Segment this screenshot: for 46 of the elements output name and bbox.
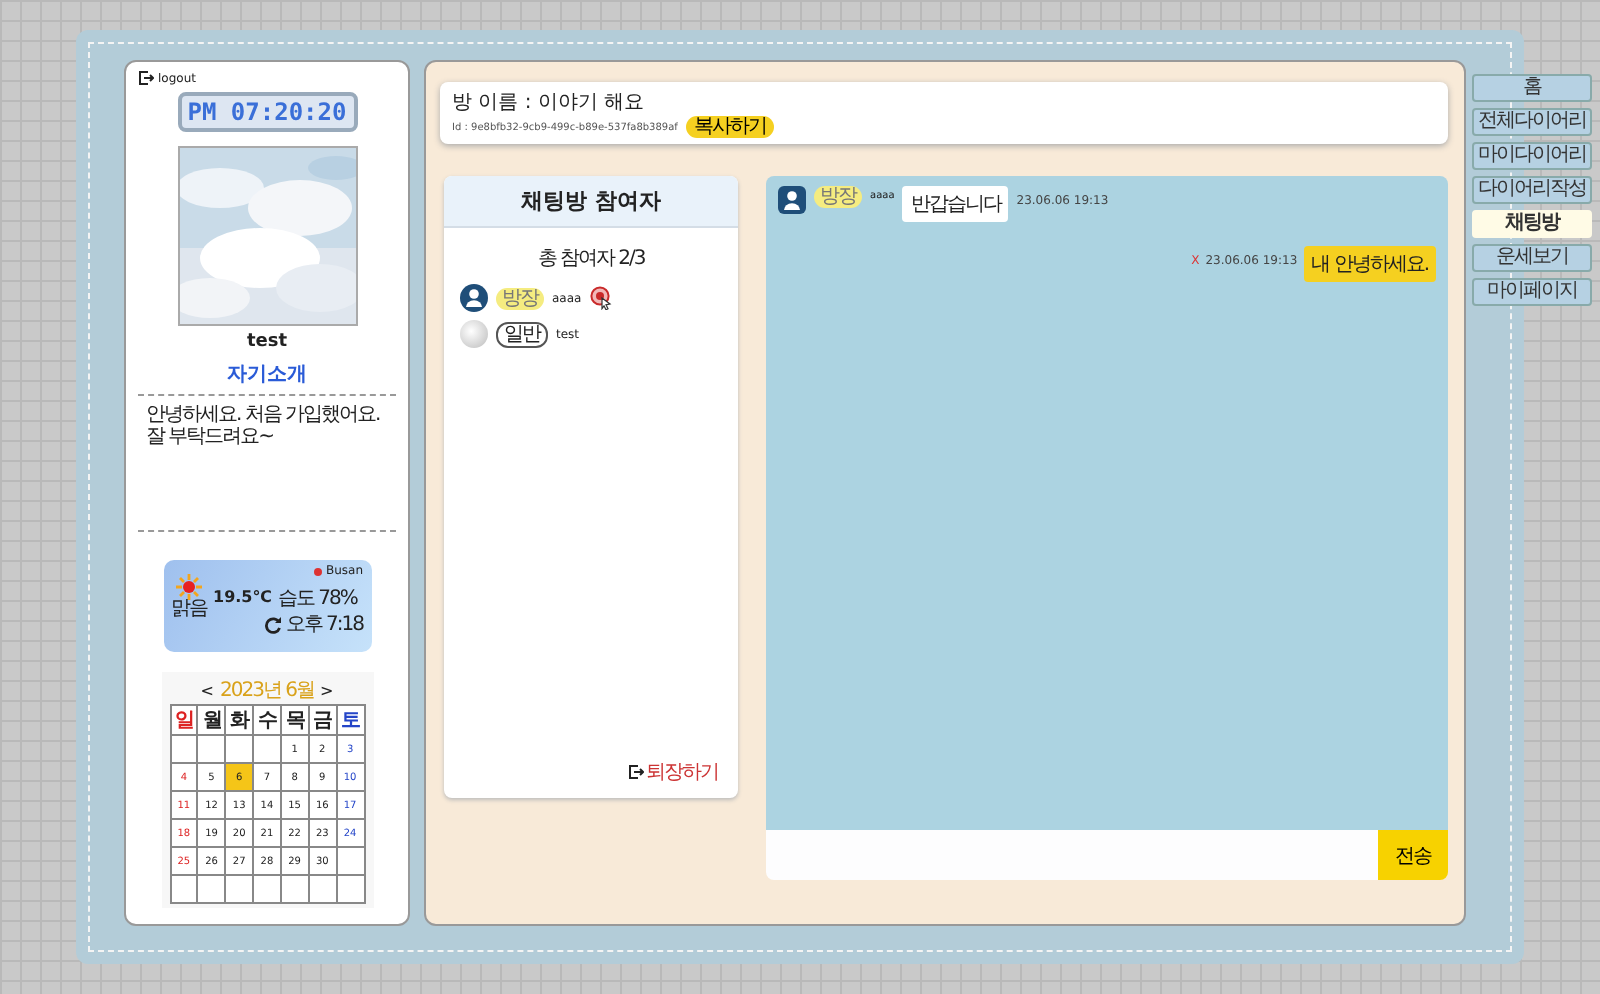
copy-button[interactable]: 복사하기: [685, 116, 774, 138]
room-name: 방 이름 : 이야기 해요: [452, 90, 647, 116]
nav-tab[interactable]: 다이어리작성: [1472, 176, 1592, 204]
nav-tab[interactable]: 홈: [1472, 74, 1592, 102]
next-month-button[interactable]: >: [320, 681, 334, 699]
weekday-header: 화: [225, 705, 254, 735]
weekday-header: 수: [253, 705, 281, 735]
intro-heading: 자기소개: [138, 360, 396, 396]
weekday-header: 금: [308, 705, 337, 735]
weekday-header: 토: [336, 705, 364, 735]
message-bubble: 내 안녕하세요.: [1303, 246, 1436, 282]
updated-time: 오후 7:18: [285, 612, 363, 638]
weekday-header: 일: [170, 705, 198, 735]
previous-month-button[interactable]: <: [200, 681, 214, 699]
digital-clock: PM 07:20:20: [177, 92, 357, 132]
intro-text: 잘 부탁드려요~: [146, 426, 276, 448]
role-badge: 방장: [496, 287, 544, 309]
nav-tab[interactable]: 전체다이어리: [1472, 108, 1592, 136]
badge-icon[interactable]: [589, 286, 612, 310]
message-bubble: 반갑습니다: [902, 186, 1009, 222]
logout-icon: [138, 70, 154, 86]
participant-count: 총 참여자 2/3: [535, 246, 647, 272]
nav-tab[interactable]: 운세보기: [1472, 244, 1592, 272]
send-button[interactable]: 전송: [1378, 830, 1448, 880]
nav-tab[interactable]: 마이페이지: [1472, 278, 1592, 306]
exit-icon: [628, 764, 644, 780]
condition-label: 맑음: [171, 600, 207, 620]
nav-tab[interactable]: 마이다이어리: [1472, 142, 1592, 170]
role-badge: 방장: [814, 186, 862, 208]
user-avatar-icon: [460, 284, 488, 312]
sun-icon: [176, 574, 202, 600]
user-name: test: [246, 332, 288, 352]
leave-link[interactable]: 퇴장하기: [628, 758, 718, 786]
refresh-icon[interactable]: [263, 615, 282, 633]
humidity-label: 습도 78%: [277, 585, 357, 611]
participants-title: 채팅방 참여자: [444, 176, 738, 228]
avatar-icon: [460, 320, 488, 348]
role-badge: 일반: [496, 321, 548, 347]
month-title: 2023년 6월: [220, 678, 314, 704]
temperature: 19.5℃: [213, 588, 272, 606]
user-avatar-icon: [778, 186, 806, 214]
nav-tab[interactable]: 채팅방: [1472, 210, 1592, 238]
weekday-header: 목: [280, 705, 309, 735]
weekday-header: 월: [197, 705, 226, 735]
message-input[interactable]: [766, 830, 1378, 880]
intro-text: 안녕하세요. 처음 가입했어요.: [146, 404, 382, 426]
